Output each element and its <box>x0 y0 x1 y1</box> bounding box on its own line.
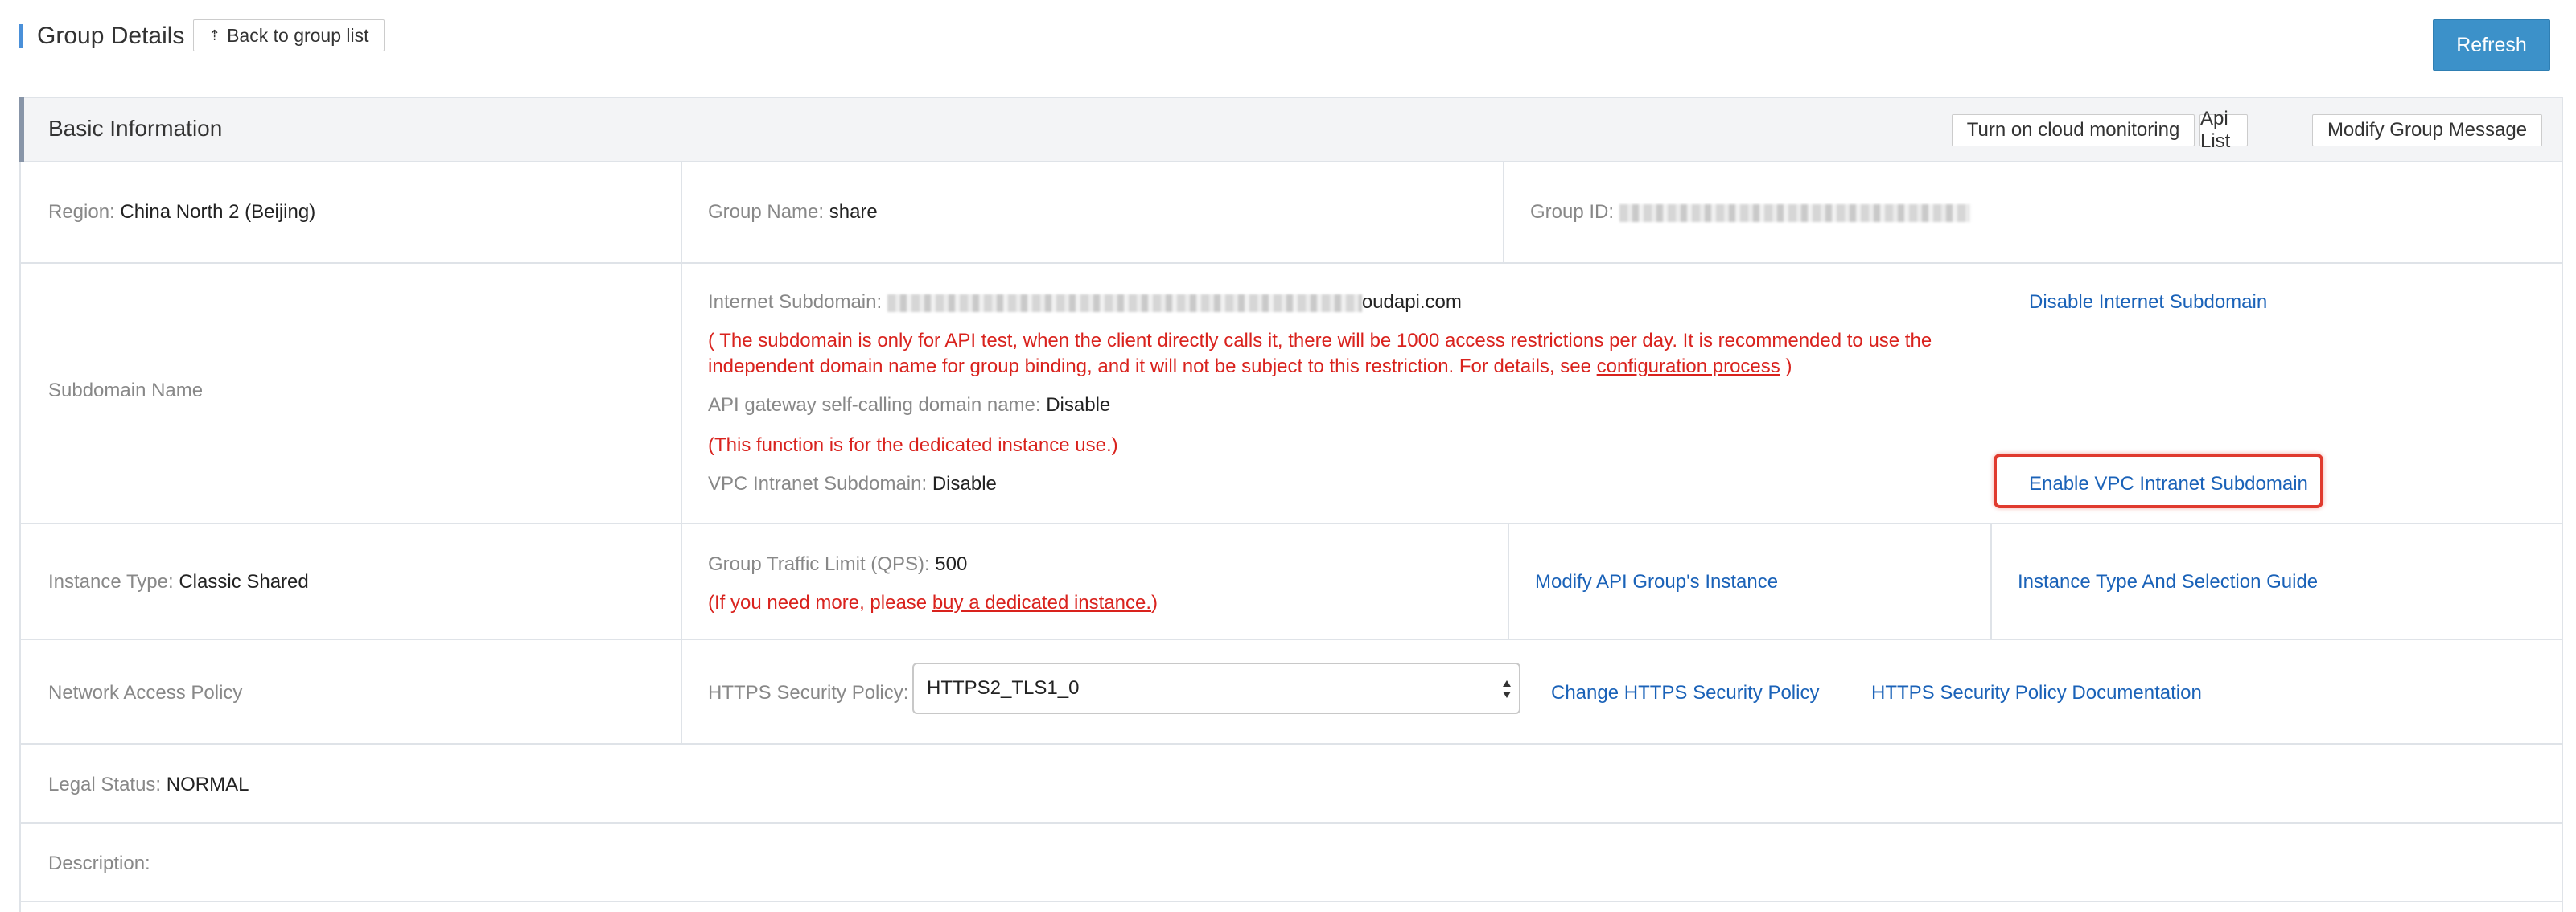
https-policy-selected-value: HTTPS2_TLS1_0 <box>927 677 1080 699</box>
instance-type-value: Classic Shared <box>179 571 309 593</box>
row-instance: Instance Type: Classic Shared Group Traf… <box>21 524 2562 640</box>
notice-line2-close: ) <box>1780 355 1792 377</box>
top-bar: Group Details ⇡ Back to group list Refre… <box>19 16 2563 74</box>
group-id-redacted <box>1619 203 1970 222</box>
internet-subdomain-suffix: oudapi.com <box>1361 291 1462 313</box>
panel-header-accent <box>19 97 24 162</box>
subdomain-label-cell: Subdomain Name <box>21 264 681 523</box>
vpc-subdomain-label: VPC Intranet Subdomain: <box>708 473 928 495</box>
page-title: Group Details <box>37 23 185 49</box>
legal-status-value: NORMAL <box>166 774 249 795</box>
dedicated-instance-notice: (This function is for the dedicated inst… <box>708 434 1118 456</box>
group-name-cell: Group Name: share <box>681 162 1503 262</box>
enable-vpc-intranet-subdomain-link[interactable]: Enable VPC Intranet Subdomain <box>2029 473 2308 495</box>
modify-api-group-instance-link[interactable]: Modify API Group's Instance <box>1535 571 1778 594</box>
subdomain-notice-line1: ( The subdomain is only for API test, wh… <box>708 330 1932 351</box>
modify-group-message-button[interactable]: Modify Group Message <box>2312 114 2542 146</box>
instance-type-cell: Instance Type: Classic Shared <box>21 524 681 639</box>
select-caret-icon <box>1503 680 1511 698</box>
region-label: Region: <box>48 201 115 223</box>
instance-type-guide-link[interactable]: Instance Type And Selection Guide <box>2018 571 2318 594</box>
api-list-button[interactable]: Api List <box>2199 108 2248 152</box>
qps-value: 500 <box>935 553 968 575</box>
row-description: Description: <box>21 824 2562 902</box>
basic-information-panel: Basic Information Turn on cloud monitori… <box>19 97 2563 912</box>
configuration-process-link[interactable]: configuration process <box>1597 355 1780 377</box>
modify-instance-cell: Modify API Group's Instance <box>1508 524 1990 639</box>
https-security-policy-label: HTTPS Security Policy: <box>708 682 909 704</box>
self-call-label: API gateway self-calling domain name: <box>708 394 1041 416</box>
network-label-cell: Network Access Policy <box>21 640 681 743</box>
region-value: China North 2 (Beijing) <box>120 201 316 223</box>
row-region: Region: China North 2 (Beijing) Group Na… <box>21 162 2562 264</box>
row-network: Network Access Policy HTTPS Security Pol… <box>21 640 2562 745</box>
buy-dedicated-instance-link[interactable]: buy a dedicated instance. <box>932 592 1151 614</box>
instance-type-label: Instance Type: <box>48 571 174 593</box>
subdomain-notice-line2: independent domain name for group bindin… <box>708 355 1792 378</box>
self-call-value: Disable <box>1046 394 1111 416</box>
notice-line2-text: independent domain name for group bindin… <box>708 355 1597 377</box>
row-legal-status: Legal Status: NORMAL <box>21 745 2562 824</box>
panel-header: Basic Information Turn on cloud monitori… <box>19 97 2562 162</box>
refresh-button[interactable]: Refresh <box>2433 19 2550 71</box>
group-id-label: Group ID: <box>1530 201 1615 223</box>
https-policy-cell: HTTPS Security Policy: HTTPS2_TLS1_0 Cha… <box>681 640 2562 743</box>
subdomain-content-cell: Internet Subdomain: oudapi.com Disable I… <box>681 264 2562 523</box>
network-access-policy-label: Network Access Policy <box>48 682 243 704</box>
subdomain-section-label: Subdomain Name <box>48 380 204 401</box>
buy-notice-close: ) <box>1151 592 1158 614</box>
internet-subdomain-redacted <box>887 294 1362 312</box>
disable-internet-subdomain-link[interactable]: Disable Internet Subdomain <box>2029 291 2267 314</box>
upload-arrow-icon: ⇡ <box>208 27 221 43</box>
panel-title: Basic Information <box>48 116 223 141</box>
buy-notice-text: (If you need more, please <box>708 592 932 614</box>
instance-guide-cell: Instance Type And Selection Guide <box>1990 524 2562 639</box>
back-button-label: Back to group list <box>227 24 369 46</box>
description-label: Description: <box>48 852 150 874</box>
https-policy-documentation-link[interactable]: HTTPS Security Policy Documentation <box>1871 682 2202 705</box>
cloud-monitoring-button[interactable]: Turn on cloud monitoring <box>1952 114 2195 146</box>
legal-status-label: Legal Status: <box>48 774 162 795</box>
change-https-policy-link[interactable]: Change HTTPS Security Policy <box>1551 682 1819 705</box>
region-cell: Region: China North 2 (Beijing) <box>21 162 681 262</box>
back-to-group-list-button[interactable]: ⇡ Back to group list <box>193 19 385 51</box>
row-subdomain: Subdomain Name Internet Subdomain: oudap… <box>21 264 2562 524</box>
qps-cell: Group Traffic Limit (QPS): 500 (If you n… <box>681 524 1508 639</box>
group-name-label: Group Name: <box>708 201 825 223</box>
vpc-subdomain-value: Disable <box>932 473 997 495</box>
buy-dedicated-notice: (If you need more, please buy a dedicate… <box>708 592 1158 614</box>
https-security-policy-select[interactable]: HTTPS2_TLS1_0 <box>912 663 1520 714</box>
group-id-cell: Group ID: <box>1503 162 2562 262</box>
qps-label: Group Traffic Limit (QPS): <box>708 553 930 575</box>
title-accent-bar <box>19 24 23 48</box>
group-name-value: share <box>829 201 878 223</box>
internet-subdomain-label: Internet Subdomain: <box>708 291 883 313</box>
